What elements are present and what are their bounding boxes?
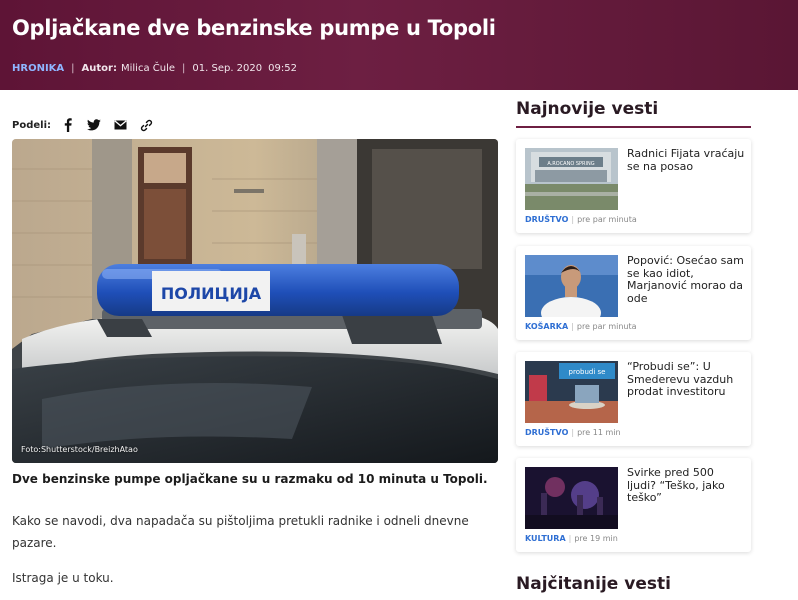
article-hero-image: ПОЛИЦИЈА Foto:Shutterstock/BreizhAtao [12,139,498,463]
police-car-photo: ПОЛИЦИЈА [12,139,498,463]
news-time: pre 19 min [574,534,618,543]
article-date: 01. Sep. 2020 [192,63,263,74]
thumb-logo-text: probudi se [569,368,606,376]
news-meta: DRUŠTVO | pre par minuta [525,215,637,224]
article-header: Opljačkane dve benzinske pumpe u Topoli … [0,0,798,90]
news-title[interactable]: Radnici Fijata vraćaju se na posao [627,147,745,173]
image-credit: Foto:Shutterstock/BreizhAtao [21,445,138,454]
news-card[interactable]: probudi se “Probudi se”: U Smederevu vaz… [516,352,751,446]
news-card[interactable]: A.ROCANO SPRING Radnici Fijata vraćaju s… [516,139,751,233]
share-label: Podeli: [12,119,51,131]
article-lead: Dve benzinske pumpe opljačkane su u razm… [12,472,488,486]
most-read-title: Najčitanije vesti [516,574,671,594]
news-card[interactable]: Popović: Osećao sam se kao idiot, Marjan… [516,246,751,340]
article-paragraph: Kako se navodi, dva napadača su pištolji… [12,514,469,550]
author-label: Autor: [81,63,117,74]
news-time: pre 11 min [577,428,621,437]
share-bar: Podeli: [12,117,163,133]
meta-separator: | [182,63,186,74]
news-category[interactable]: KULTURA [525,534,566,543]
news-thumbnail: probudi se [525,361,618,423]
news-category[interactable]: KOŠARKA [525,322,568,331]
news-category[interactable]: DRUŠTVO [525,215,568,224]
article-time: 09:52 [268,63,297,74]
author-name: Milica Čule [120,63,176,74]
article-title: Opljačkane dve benzinske pumpe u Topoli [12,16,496,40]
news-category[interactable]: DRUŠTVO [525,428,568,437]
news-title[interactable]: Popović: Osećao sam se kao idiot, Marjan… [627,254,745,305]
news-title[interactable]: Svirke pred 500 ljudi? “Teško, jako tešk… [627,466,745,505]
news-meta: KOŠARKA | pre par minuta [525,322,637,331]
email-icon[interactable] [111,117,129,133]
article-meta: HRONIKA | Autor: Milica Čule | 01. Sep. … [12,63,297,74]
meta-separator: | [71,63,75,74]
news-thumbnail: A.ROCANO SPRING [525,148,618,210]
news-meta: KULTURA | pre 19 min [525,534,618,543]
news-thumbnail [525,255,618,317]
twitter-icon[interactable] [85,117,103,133]
news-time: pre par minuta [577,215,637,224]
latest-news-underline [516,126,751,128]
link-icon[interactable] [137,117,155,133]
news-meta: DRUŠTVO | pre 11 min [525,428,621,437]
police-sign-text: ПОЛИЦИЈА [161,284,262,303]
category-link[interactable]: HRONIKA [12,63,64,74]
thumb-sign-text: A.ROCANO SPRING [547,161,594,167]
latest-news-title: Najnovije vesti [516,99,659,119]
article-paragraph: Istraga je u toku. [12,571,114,585]
news-time: pre par minuta [576,322,637,331]
news-thumbnail [525,467,618,529]
news-card[interactable]: Svirke pred 500 ljudi? “Teško, jako tešk… [516,458,751,552]
facebook-icon[interactable] [59,117,77,133]
news-title[interactable]: “Probudi se”: U Smederevu vazduh prodat … [627,360,745,399]
